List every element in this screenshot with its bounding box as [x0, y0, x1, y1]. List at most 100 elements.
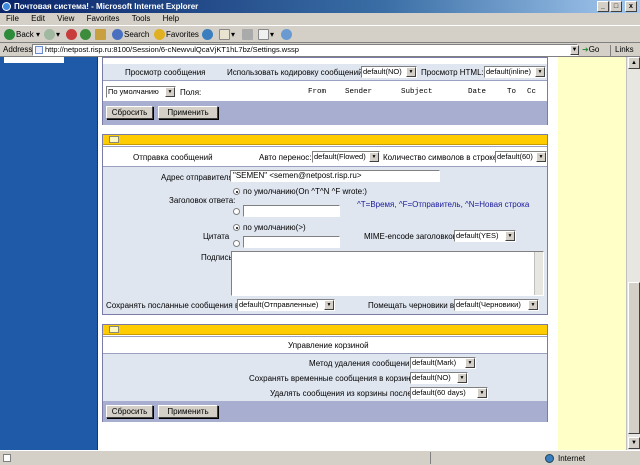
dropdown-arrow-icon: ▼ — [457, 373, 467, 383]
address-bar: Address http://netpost.risp.ru:8100/Sess… — [0, 43, 640, 63]
menu-view[interactable]: View — [57, 14, 74, 23]
mail-button[interactable]: ▾ — [219, 28, 235, 41]
send-form-area: Адрес отправителя: "SEMEN" <semen@netpos… — [103, 166, 547, 314]
reply-custom-input[interactable] — [243, 205, 340, 217]
save-temp-select[interactable]: default(NO) ▼ — [410, 372, 468, 384]
wrap-value: default(Flowed) — [314, 152, 366, 161]
view-apply-button[interactable]: Применить — [158, 106, 218, 119]
trash-section-label: Управление корзиной — [288, 341, 369, 350]
menu-tools[interactable]: Tools — [132, 14, 151, 23]
back-button[interactable]: Back ▾ — [4, 28, 40, 41]
dropdown-arrow-icon: ▼ — [465, 358, 475, 368]
minimize-button[interactable]: _ — [597, 1, 609, 12]
quote-default-radio[interactable] — [233, 224, 240, 231]
vertical-scrollbar[interactable]: ▲ ▼ — [626, 57, 640, 450]
drafts-label: Помещать черновики в — [368, 301, 455, 310]
purge-select[interactable]: default(60 days) ▼ — [410, 387, 488, 399]
encoding-value: default(NO) — [363, 67, 402, 76]
menu-favorites[interactable]: Favorites — [87, 14, 120, 23]
signature-textarea[interactable] — [231, 251, 544, 296]
address-dropdown-icon[interactable]: ▼ — [570, 45, 579, 55]
trash-reset-button[interactable]: Сбросить — [106, 405, 153, 418]
column-from: From — [308, 88, 327, 96]
maximize-button[interactable]: □ — [610, 1, 622, 12]
reply-custom-radio[interactable] — [233, 208, 240, 215]
address-input[interactable]: http://netpost.risp.ru:8100/Session/6-cN… — [32, 44, 578, 56]
folder-icon — [109, 136, 119, 143]
discuss-button[interactable] — [281, 28, 293, 41]
wrap-select[interactable]: default(Flowed) ▼ — [312, 151, 380, 163]
view-reset-button[interactable]: Сбросить — [106, 106, 153, 119]
links-label: Links — [615, 45, 634, 54]
sort-select[interactable]: По умолчанию ▼ — [106, 86, 176, 98]
purge-value: default(60 days) — [412, 388, 466, 397]
signature-scrollbar[interactable] — [534, 252, 543, 295]
encoding-select[interactable]: default(NO) ▼ — [361, 66, 417, 78]
trash-apply-button[interactable]: Применить — [158, 405, 218, 418]
address-label: Address — [3, 45, 33, 54]
favorites-star-icon — [154, 29, 165, 41]
close-button[interactable]: x — [625, 1, 637, 12]
html-view-select[interactable]: default(inline) ▼ — [484, 66, 546, 78]
quote-custom-input[interactable] — [243, 236, 340, 248]
quote-label: Цитата — [203, 232, 230, 241]
stop-button[interactable] — [66, 28, 78, 41]
dropdown-arrow-icon: ▼ — [528, 300, 538, 310]
print-button[interactable] — [242, 28, 254, 41]
mime-value: default(YES) — [456, 231, 499, 240]
purge-label: Удалять сообщения из корзины после: — [270, 389, 414, 398]
status-divider — [430, 452, 431, 464]
go-button[interactable]: ➜Go — [582, 45, 599, 54]
line-length-label: Количество символов в строке: — [383, 153, 500, 162]
window-titlebar: Почтовая система! - Microsoft Internet E… — [0, 0, 640, 13]
save-temp-label: Сохранять временные сообщения в корзине: — [249, 374, 418, 383]
quote-custom-radio[interactable] — [233, 240, 240, 247]
forward-button[interactable]: ▾ — [44, 28, 60, 41]
scroll-down-icon[interactable]: ▼ — [628, 437, 640, 449]
save-sent-select[interactable]: default(Отправленные) ▼ — [237, 299, 335, 311]
html-view-value: default(inline) — [486, 67, 532, 76]
menu-edit[interactable]: Edit — [31, 14, 45, 23]
fields-row: По умолчанию ▼ Поля: From Sender Subject … — [103, 80, 547, 101]
dropdown-arrow-icon: ▼ — [536, 152, 546, 162]
home-button[interactable] — [95, 28, 107, 41]
wrap-label: Авто перенос: — [259, 153, 312, 162]
search-button[interactable]: Search — [112, 28, 149, 41]
html-view-label: Просмотр HTML: — [421, 68, 484, 77]
delete-method-select[interactable]: default(Mark) ▼ — [410, 357, 476, 369]
folder-icon — [109, 326, 119, 333]
line-length-value: default(60) — [497, 152, 533, 161]
ie-logo-icon — [2, 2, 11, 11]
refresh-button[interactable] — [80, 28, 92, 41]
column-subject: Subject — [401, 88, 433, 96]
left-navigation-panel — [0, 57, 98, 450]
trash-title-row: Управление корзиной — [103, 336, 547, 353]
from-address-input[interactable]: "SEMEN" <semen@netpost.risp.ru> — [230, 170, 440, 182]
trash-panel-footer: Сбросить Применить — [103, 401, 547, 422]
edit-button[interactable]: ▾ — [258, 28, 274, 41]
mail-icon — [219, 29, 230, 41]
scroll-thumb[interactable] — [628, 282, 640, 434]
reply-default-radio[interactable] — [233, 188, 240, 195]
save-sent-label: Сохранять посланные сообщения в — [106, 301, 240, 310]
drafts-select[interactable]: default(Черновики) ▼ — [454, 299, 539, 311]
scroll-up-icon[interactable]: ▲ — [628, 57, 640, 69]
trash-settings-panel: Управление корзиной Метод удаления сообщ… — [102, 324, 548, 422]
drafts-value: default(Черновики) — [456, 300, 521, 309]
view-settings-row: Просмотр сообщения Использовать кодировк… — [103, 64, 547, 80]
line-length-select[interactable]: default(60) ▼ — [495, 151, 547, 163]
media-button[interactable] — [202, 28, 214, 41]
mime-select[interactable]: default(YES) ▼ — [454, 230, 516, 242]
dropdown-arrow-icon: ▼ — [406, 67, 416, 77]
column-cc: Cc — [527, 88, 537, 96]
menu-help[interactable]: Help — [163, 14, 179, 23]
page-status-icon — [3, 454, 11, 462]
go-label: Go — [588, 45, 600, 54]
favorites-button[interactable]: Favorites — [154, 28, 199, 41]
toolbar: Back ▾ ▾ Search Favorites ▾ ▾ — [0, 25, 640, 43]
page-viewport: Просмотр сообщения Использовать кодировк… — [0, 57, 640, 450]
sort-value: По умолчанию — [108, 87, 159, 96]
menu-file[interactable]: File — [6, 14, 19, 23]
back-label: Back — [16, 30, 34, 39]
favorites-label: Favorites — [166, 30, 199, 39]
